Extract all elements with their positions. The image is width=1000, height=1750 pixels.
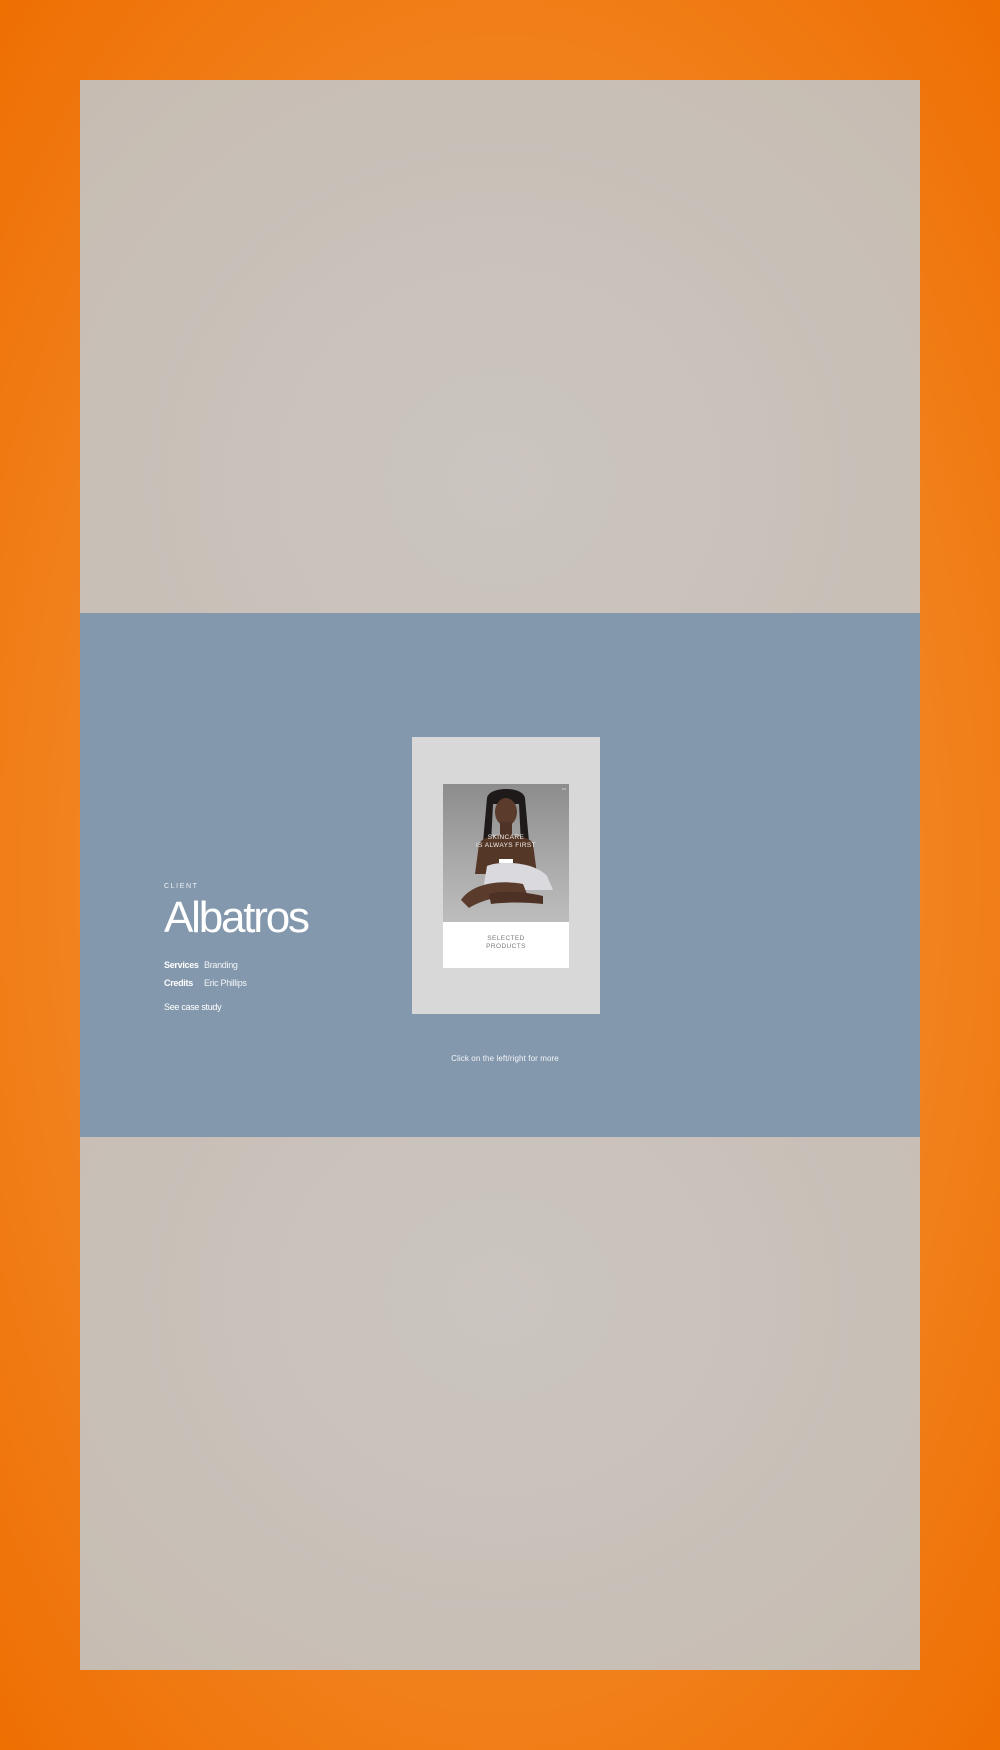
meta-key: Credits: [164, 978, 193, 988]
preview-heading: SKINCARE IS ALWAYS FIRST: [475, 834, 537, 849]
hero-photo: ••• SKINCARE IS ALWAYS FIRST: [443, 784, 569, 922]
preview-section-label: SELECTED PRODUCTS: [486, 935, 526, 950]
client-name: Albatros: [164, 893, 310, 942]
meta-row-credits: Credits Eric Phillips: [164, 974, 308, 992]
next-slide-panel[interactable]: [80, 1137, 920, 1670]
navigation-hint: Click on the left/right for more: [451, 1054, 559, 1063]
client-eyebrow: CLIENT: [164, 883, 199, 890]
meta-key: Services: [164, 960, 199, 970]
see-case-study-link[interactable]: See case study: [164, 1002, 308, 1012]
previous-slide-panel[interactable]: [80, 80, 920, 613]
meta-value: Branding: [204, 960, 238, 970]
website-preview: ••• SKINCARE IS ALWAYS FIRST SELECTED PR…: [443, 784, 569, 968]
project-preview-card[interactable]: ••• SKINCARE IS ALWAYS FIRST SELECTED PR…: [412, 737, 600, 1014]
meta-row-services: Services Branding: [164, 956, 308, 974]
menu-dots-icon: •••: [561, 786, 566, 791]
project-meta: Services Branding Credits Eric Phillips: [164, 956, 308, 992]
page: { "showcase": { "eyebrow": "CLIENT", "cl…: [0, 0, 1000, 1750]
client-info: CLIENT Albatros Services Branding Credit…: [164, 883, 310, 1012]
preview-cta-button: [499, 859, 513, 863]
portrait-illustration: [461, 789, 553, 908]
meta-value: Eric Phillips: [204, 978, 247, 988]
slideshow-frame: CLIENT Albatros Services Branding Credit…: [80, 80, 920, 1670]
current-slide-panel: CLIENT Albatros Services Branding Credit…: [80, 613, 920, 1137]
